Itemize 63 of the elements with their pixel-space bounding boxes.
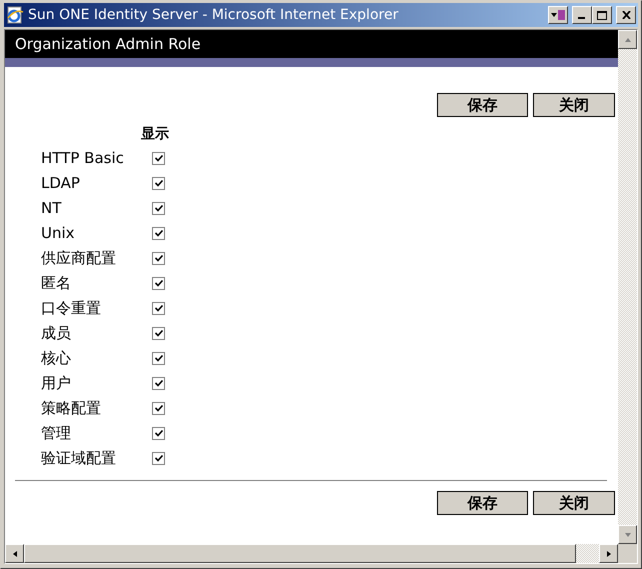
row-label: 核心 bbox=[41, 348, 72, 368]
down-arrow-icon bbox=[624, 530, 632, 538]
row-label: 成员 bbox=[41, 323, 72, 343]
checkmark-icon bbox=[154, 380, 162, 386]
window-title: Sun ONE Identity Server - Microsoft Internet Explorer bbox=[28, 7, 400, 23]
checkmark-icon bbox=[154, 454, 162, 462]
checkbox[interactable] bbox=[152, 152, 165, 164]
save-button[interactable]: 保存 bbox=[437, 93, 528, 117]
scroll-up-button[interactable] bbox=[618, 30, 637, 49]
row-label: 匿名 bbox=[41, 273, 72, 293]
checkbox[interactable] bbox=[152, 352, 165, 364]
close-window-button[interactable] bbox=[616, 6, 636, 24]
close-button[interactable]: 关闭 bbox=[533, 491, 615, 515]
row-label: LDAP bbox=[41, 173, 81, 193]
checkmark-icon bbox=[154, 430, 162, 436]
checkmark-icon bbox=[154, 330, 162, 336]
row-label: 口令重置 bbox=[41, 298, 102, 318]
row-label: HTTP Basic bbox=[41, 148, 125, 168]
scroll-left-button[interactable] bbox=[5, 544, 24, 563]
close-button[interactable]: 关闭 bbox=[533, 93, 615, 117]
checkbox[interactable] bbox=[152, 276, 165, 290]
save-button[interactable]: 保存 bbox=[437, 491, 528, 515]
browser-icon bbox=[6, 6, 24, 24]
row-label: 策略配置 bbox=[41, 398, 102, 418]
left-arrow-icon bbox=[10, 550, 18, 558]
scroll-right-button[interactable] bbox=[599, 544, 618, 563]
right-arrow-icon bbox=[604, 550, 612, 558]
row-label: 供应商配置 bbox=[41, 248, 117, 268]
row-label: NT bbox=[41, 198, 62, 218]
minimize-button[interactable] bbox=[572, 6, 592, 24]
checkmark-icon bbox=[154, 304, 162, 312]
up-arrow-icon bbox=[624, 36, 632, 44]
column-heading: 显示 bbox=[141, 125, 170, 143]
checkbox[interactable] bbox=[152, 376, 165, 390]
checkbox[interactable] bbox=[152, 226, 165, 240]
checkmark-icon bbox=[154, 280, 162, 286]
menu-button[interactable] bbox=[548, 6, 568, 24]
checkmark-icon bbox=[154, 154, 162, 162]
scroll-down-button[interactable] bbox=[618, 525, 637, 544]
checkbox[interactable] bbox=[152, 402, 165, 414]
checkbox[interactable] bbox=[152, 202, 165, 214]
page-title: Organization Admin Role bbox=[15, 35, 201, 53]
checkbox[interactable] bbox=[152, 176, 165, 190]
maximize-icon bbox=[597, 10, 607, 20]
row-label: 用户 bbox=[41, 373, 72, 393]
checkmark-icon bbox=[154, 204, 162, 212]
close-icon bbox=[622, 11, 630, 19]
checkbox[interactable] bbox=[152, 326, 165, 340]
row-label: 验证域配置 bbox=[41, 448, 117, 468]
row-label: 管理 bbox=[41, 423, 72, 443]
checkmark-icon bbox=[154, 230, 162, 236]
checkmark-icon bbox=[154, 180, 162, 186]
dropdown-icon bbox=[551, 9, 565, 21]
checkbox[interactable] bbox=[152, 452, 165, 464]
checkmark-icon bbox=[154, 254, 162, 262]
checkmark-icon bbox=[154, 404, 162, 412]
maximize-button[interactable] bbox=[592, 6, 612, 24]
checkbox[interactable] bbox=[152, 426, 165, 440]
checkbox[interactable] bbox=[152, 252, 165, 264]
checkbox[interactable] bbox=[152, 302, 165, 314]
checkmark-icon bbox=[154, 354, 162, 362]
vertical-scrollbar[interactable] bbox=[618, 30, 637, 544]
row-label: Unix bbox=[41, 223, 76, 243]
